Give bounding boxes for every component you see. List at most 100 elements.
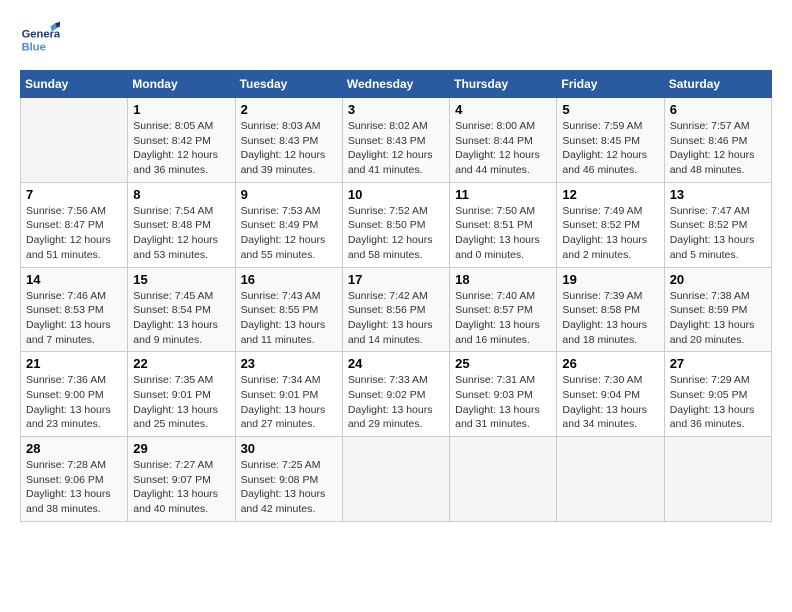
day-info: Sunrise: 7:50 AMSunset: 8:51 PMDaylight:… [455, 204, 551, 263]
calendar-cell: 12 Sunrise: 7:49 AMSunset: 8:52 PMDayligh… [557, 182, 664, 267]
logo-icon: General Blue [20, 20, 60, 60]
calendar-cell: 29 Sunrise: 7:27 AMSunset: 9:07 PMDayligh… [128, 437, 235, 522]
day-number: 12 [562, 187, 658, 202]
day-info: Sunrise: 8:02 AMSunset: 8:43 PMDaylight:… [348, 119, 444, 178]
day-info: Sunrise: 7:33 AMSunset: 9:02 PMDaylight:… [348, 373, 444, 432]
column-header-saturday: Saturday [664, 71, 771, 98]
calendar-cell: 5 Sunrise: 7:59 AMSunset: 8:45 PMDaylight… [557, 98, 664, 183]
calendar-cell: 20Sunrise: 7:38 AMSunset: 8:59 PMDayligh… [664, 267, 771, 352]
day-number: 29 [133, 441, 229, 456]
calendar-cell: 15Sunrise: 7:45 AMSunset: 8:54 PMDayligh… [128, 267, 235, 352]
day-info: Sunrise: 7:42 AMSunset: 8:56 PMDaylight:… [348, 289, 444, 348]
column-header-row: SundayMondayTuesdayWednesdayThursdayFrid… [21, 71, 772, 98]
day-number: 24 [348, 356, 444, 371]
day-info: Sunrise: 7:35 AMSunset: 9:01 PMDaylight:… [133, 373, 229, 432]
column-header-thursday: Thursday [450, 71, 557, 98]
calendar-table: SundayMondayTuesdayWednesdayThursdayFrid… [20, 70, 772, 522]
day-number: 2 [241, 102, 337, 117]
calendar-cell: 25Sunrise: 7:31 AMSunset: 9:03 PMDayligh… [450, 352, 557, 437]
day-info: Sunrise: 7:52 AMSunset: 8:50 PMDaylight:… [348, 204, 444, 263]
calendar-cell: 16 Sunrise: 7:43 AMSunset: 8:55 PMDayligh… [235, 267, 342, 352]
calendar-cell [21, 98, 128, 183]
calendar-cell: 14 Sunrise: 7:46 AMSunset: 8:53 PMDayligh… [21, 267, 128, 352]
week-row-2: 7 Sunrise: 7:56 AMSunset: 8:47 PMDaylight… [21, 182, 772, 267]
column-header-tuesday: Tuesday [235, 71, 342, 98]
day-number: 6 [670, 102, 766, 117]
calendar-cell: 22 Sunrise: 7:35 AMSunset: 9:01 PMDayligh… [128, 352, 235, 437]
day-number: 26 [562, 356, 658, 371]
day-info: Sunrise: 7:25 AMSunset: 9:08 PMDaylight:… [241, 458, 337, 517]
calendar-cell: 11Sunrise: 7:50 AMSunset: 8:51 PMDayligh… [450, 182, 557, 267]
day-info: Sunrise: 7:39 AMSunset: 8:58 PMDaylight:… [562, 289, 658, 348]
day-info: Sunrise: 7:27 AMSunset: 9:07 PMDaylight:… [133, 458, 229, 517]
header: General Blue [20, 20, 772, 60]
week-row-5: 28Sunrise: 7:28 AMSunset: 9:06 PMDayligh… [21, 437, 772, 522]
day-number: 19 [562, 272, 658, 287]
day-number: 9 [241, 187, 337, 202]
day-info: Sunrise: 7:34 AMSunset: 9:01 PMDaylight:… [241, 373, 337, 432]
day-number: 13 [670, 187, 766, 202]
day-info: Sunrise: 7:40 AMSunset: 8:57 PMDaylight:… [455, 289, 551, 348]
calendar-cell: 27Sunrise: 7:29 AMSunset: 9:05 PMDayligh… [664, 352, 771, 437]
calendar-cell: 26 Sunrise: 7:30 AMSunset: 9:04 PMDayligh… [557, 352, 664, 437]
day-number: 7 [26, 187, 122, 202]
day-info: Sunrise: 7:53 AMSunset: 8:49 PMDaylight:… [241, 204, 337, 263]
day-info: Sunrise: 7:47 AMSunset: 8:52 PMDaylight:… [670, 204, 766, 263]
calendar-cell [664, 437, 771, 522]
calendar-cell: 21 Sunrise: 7:36 AMSunset: 9:00 PMDayligh… [21, 352, 128, 437]
calendar-cell: 8Sunrise: 7:54 AMSunset: 8:48 PMDaylight… [128, 182, 235, 267]
day-info: Sunrise: 7:56 AMSunset: 8:47 PMDaylight:… [26, 204, 122, 263]
day-number: 22 [133, 356, 229, 371]
calendar-cell: 3Sunrise: 8:02 AMSunset: 8:43 PMDaylight… [342, 98, 449, 183]
calendar-cell [450, 437, 557, 522]
day-info: Sunrise: 7:29 AMSunset: 9:05 PMDaylight:… [670, 373, 766, 432]
day-number: 16 [241, 272, 337, 287]
column-header-friday: Friday [557, 71, 664, 98]
day-info: Sunrise: 7:59 AMSunset: 8:45 PMDaylight:… [562, 119, 658, 178]
calendar-cell: 6 Sunrise: 7:57 AMSunset: 8:46 PMDaylight… [664, 98, 771, 183]
day-number: 14 [26, 272, 122, 287]
day-info: Sunrise: 7:36 AMSunset: 9:00 PMDaylight:… [26, 373, 122, 432]
week-row-3: 14 Sunrise: 7:46 AMSunset: 8:53 PMDayligh… [21, 267, 772, 352]
calendar-cell: 19 Sunrise: 7:39 AMSunset: 8:58 PMDayligh… [557, 267, 664, 352]
svg-text:General: General [22, 29, 60, 41]
calendar-cell: 9 Sunrise: 7:53 AMSunset: 8:49 PMDaylight… [235, 182, 342, 267]
column-header-wednesday: Wednesday [342, 71, 449, 98]
day-info: Sunrise: 7:28 AMSunset: 9:06 PMDaylight:… [26, 458, 122, 517]
calendar-cell: 10 Sunrise: 7:52 AMSunset: 8:50 PMDayligh… [342, 182, 449, 267]
day-info: Sunrise: 7:57 AMSunset: 8:46 PMDaylight:… [670, 119, 766, 178]
svg-text:Blue: Blue [22, 41, 46, 53]
calendar-cell: 24 Sunrise: 7:33 AMSunset: 9:02 PMDayligh… [342, 352, 449, 437]
calendar-cell: 30Sunrise: 7:25 AMSunset: 9:08 PMDayligh… [235, 437, 342, 522]
column-header-sunday: Sunday [21, 71, 128, 98]
calendar-cell: 17Sunrise: 7:42 AMSunset: 8:56 PMDayligh… [342, 267, 449, 352]
day-info: Sunrise: 7:45 AMSunset: 8:54 PMDaylight:… [133, 289, 229, 348]
day-info: Sunrise: 7:30 AMSunset: 9:04 PMDaylight:… [562, 373, 658, 432]
calendar-cell: 28Sunrise: 7:28 AMSunset: 9:06 PMDayligh… [21, 437, 128, 522]
calendar-cell [557, 437, 664, 522]
day-number: 1 [133, 102, 229, 117]
calendar-cell: 18 Sunrise: 7:40 AMSunset: 8:57 PMDayligh… [450, 267, 557, 352]
day-number: 10 [348, 187, 444, 202]
day-info: Sunrise: 7:46 AMSunset: 8:53 PMDaylight:… [26, 289, 122, 348]
day-number: 21 [26, 356, 122, 371]
day-info: Sunrise: 7:49 AMSunset: 8:52 PMDaylight:… [562, 204, 658, 263]
calendar-cell: 2 Sunrise: 8:03 AMSunset: 8:43 PMDaylight… [235, 98, 342, 183]
logo: General Blue [20, 20, 60, 60]
calendar-cell [342, 437, 449, 522]
day-info: Sunrise: 8:05 AMSunset: 8:42 PMDaylight:… [133, 119, 229, 178]
day-info: Sunrise: 7:54 AMSunset: 8:48 PMDaylight:… [133, 204, 229, 263]
week-row-1: 1 Sunrise: 8:05 AMSunset: 8:42 PMDaylight… [21, 98, 772, 183]
day-info: Sunrise: 7:43 AMSunset: 8:55 PMDaylight:… [241, 289, 337, 348]
day-number: 5 [562, 102, 658, 117]
day-info: Sunrise: 8:00 AMSunset: 8:44 PMDaylight:… [455, 119, 551, 178]
day-number: 20 [670, 272, 766, 287]
day-info: Sunrise: 7:31 AMSunset: 9:03 PMDaylight:… [455, 373, 551, 432]
calendar-cell: 4 Sunrise: 8:00 AMSunset: 8:44 PMDaylight… [450, 98, 557, 183]
column-header-monday: Monday [128, 71, 235, 98]
calendar-cell: 23Sunrise: 7:34 AMSunset: 9:01 PMDayligh… [235, 352, 342, 437]
day-number: 4 [455, 102, 551, 117]
day-info: Sunrise: 8:03 AMSunset: 8:43 PMDaylight:… [241, 119, 337, 178]
day-number: 18 [455, 272, 551, 287]
calendar-cell: 1 Sunrise: 8:05 AMSunset: 8:42 PMDaylight… [128, 98, 235, 183]
